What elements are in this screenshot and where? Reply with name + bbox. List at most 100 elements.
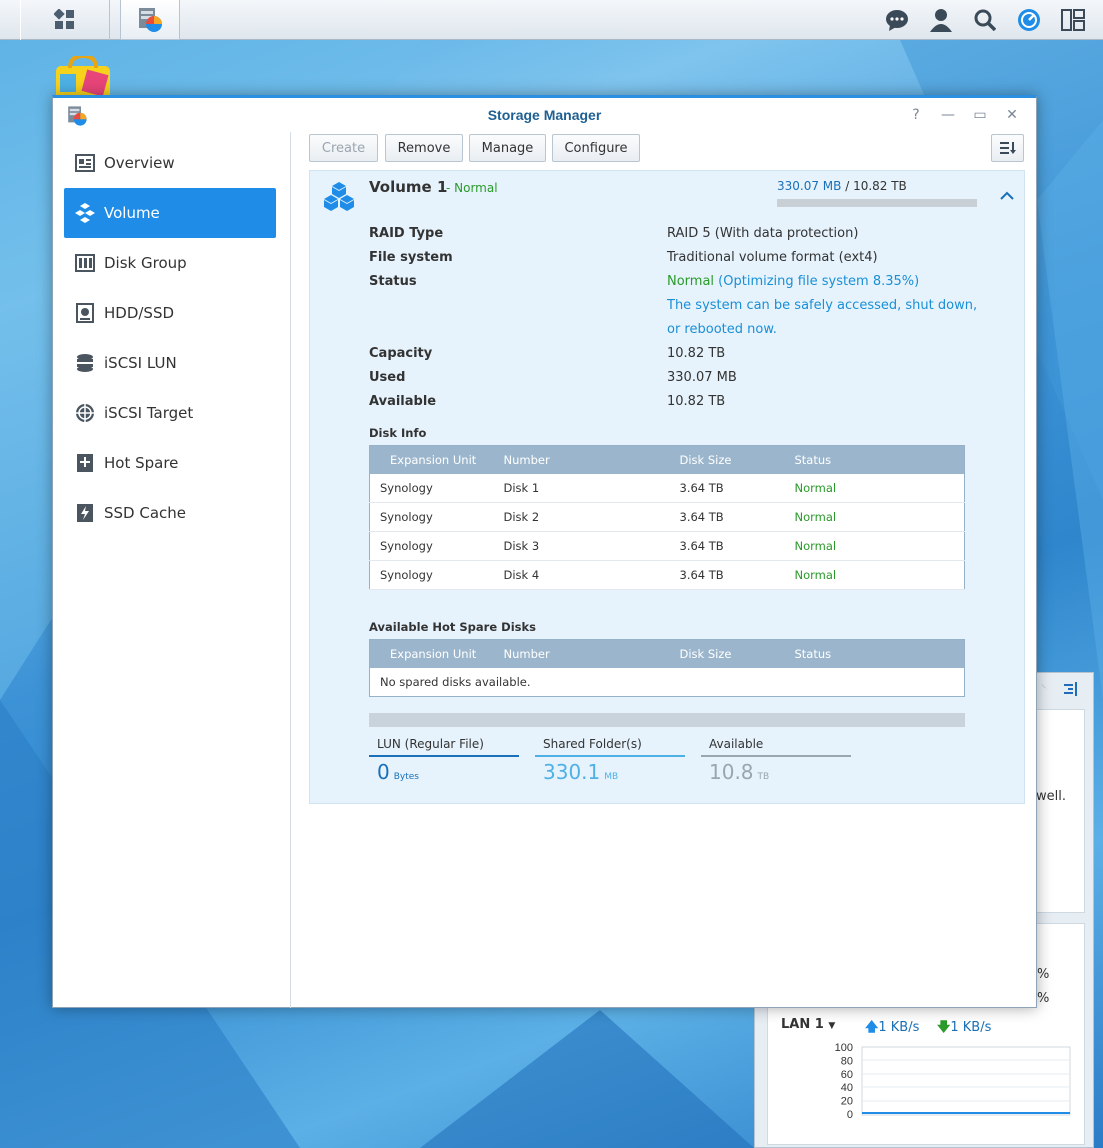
stat-value-row: 10.8 TB [701, 760, 851, 784]
remove-button[interactable]: Remove [385, 134, 463, 162]
sidebar-item-label: Disk Group [104, 254, 187, 272]
stat-shared-folders: Shared Folder(s) 330.1 MB [535, 737, 685, 784]
column-header[interactable]: Expansion Unit [369, 639, 486, 668]
create-button[interactable]: Create [309, 134, 378, 162]
notification-button[interactable] [884, 7, 910, 33]
hdd-icon [74, 302, 96, 324]
cell-disk-size: 3.64 TB [669, 473, 785, 503]
table-row[interactable]: Synology Disk 2 3.64 TB Normal [369, 502, 965, 532]
disk-info-table: Expansion Unit Number Disk Size Status S… [369, 445, 965, 590]
capacity-value: 10.82 TB [667, 346, 726, 361]
widget-menu-icon[interactable] [1063, 681, 1079, 697]
help-icon[interactable]: ? [907, 106, 925, 124]
stat-unit: Bytes [393, 772, 419, 782]
column-header[interactable]: Disk Size [669, 445, 785, 474]
hot-spare-table: Expansion Unit Number Disk Size Status N… [369, 639, 965, 697]
manage-button[interactable]: Manage [469, 134, 546, 162]
cell-status: Normal [784, 473, 965, 503]
sidebar-item-iscsi-target[interactable]: iSCSI Target [64, 388, 276, 438]
stat-value: 330.1 [543, 760, 601, 784]
column-header[interactable]: Expansion Unit [369, 445, 486, 474]
status-note-line2: or rebooted now. [667, 322, 777, 337]
close-icon[interactable]: ✕ [1003, 106, 1021, 124]
volume-usage-bar [777, 199, 977, 207]
download-arrow-icon: 🡇 [937, 1020, 951, 1035]
sidebar-item-label: iSCSI Target [104, 404, 194, 422]
maximize-icon[interactable]: ▭ [971, 106, 989, 124]
chat-bubble-icon [886, 10, 908, 31]
search-icon [974, 9, 996, 31]
column-header[interactable]: Status [784, 639, 965, 668]
minimize-icon[interactable]: — [939, 106, 957, 124]
sidebar-item-disk-group[interactable]: Disk Group [64, 238, 276, 288]
taskbar-storage-manager[interactable] [120, 0, 180, 40]
hot-spare-heading: Available Hot Spare Disks [369, 620, 536, 634]
stat-available: Available 10.8 TB [701, 737, 851, 784]
volume-icon [74, 202, 96, 224]
caret-down-icon: ▼ [828, 1021, 836, 1031]
search-button[interactable] [972, 7, 998, 33]
widgets-button[interactable] [1060, 7, 1086, 33]
cell-disk-size: 3.64 TB [669, 560, 785, 590]
main-menu-button[interactable] [20, 0, 110, 40]
status-value: Normal (Optimizing file system 8.35%) [667, 274, 919, 289]
cell-status: Normal [784, 531, 965, 561]
widget-percent-2: % [1037, 991, 1050, 1006]
upload-arrow-icon: 🡅 [865, 1020, 879, 1035]
configure-button[interactable]: Configure [552, 134, 640, 162]
volume-used: 330.07 MB [777, 179, 842, 193]
cell-number: Disk 1 [485, 473, 670, 503]
allocation-bar [369, 713, 965, 727]
sidebar-item-volume[interactable]: Volume [64, 188, 276, 238]
download-rate-value: 1 KB/s [950, 1020, 992, 1035]
dsm-help-button[interactable] [1016, 7, 1042, 33]
available-label: Available [369, 394, 437, 409]
storage-manager-icon [139, 7, 162, 32]
sidebar-item-hot-spare[interactable]: Hot Spare [64, 438, 276, 488]
y-tick-label: 0 [847, 1109, 853, 1121]
table-row[interactable]: Synology Disk 3 3.64 TB Normal [369, 531, 965, 561]
sidebar-item-iscsi-lun[interactable]: iSCSI LUN [64, 338, 276, 388]
ssd-cache-icon [74, 502, 96, 524]
empty-message: No spared disks available. [380, 674, 531, 689]
status-paren: ( [714, 274, 724, 289]
table-row[interactable]: Synology Disk 4 3.64 TB Normal [369, 560, 965, 590]
upload-rate-value: 1 KB/s [878, 1020, 920, 1035]
widget-percent-1: % [1037, 967, 1050, 982]
column-header[interactable]: Number [485, 445, 670, 474]
sidebar-item-hdd-ssd[interactable]: HDD/SSD [64, 288, 276, 338]
cell-status: Normal [784, 560, 965, 590]
cell-disk-size: 3.64 TB [669, 502, 785, 532]
sidebar-item-label: SSD Cache [104, 504, 187, 522]
column-header[interactable]: Status [784, 445, 965, 474]
used-label: Used [369, 370, 406, 385]
lan-selector[interactable]: LAN 1 ▼ [781, 1017, 835, 1032]
iscsi-target-icon [74, 402, 96, 424]
sidebar-item-ssd-cache[interactable]: SSD Cache [64, 488, 276, 538]
stat-value-row: 330.1 MB [535, 760, 685, 784]
table-header-row: Expansion Unit Number Disk Size Status [369, 639, 965, 668]
chevron-up-icon[interactable] [1000, 191, 1014, 201]
file-system-value: Traditional volume format (ext4) [667, 250, 878, 265]
stat-lun: LUN (Regular File) 0 Bytes [369, 737, 519, 784]
speedometer-icon [1018, 9, 1040, 31]
status-detail: Optimizing file system 8.35%) [723, 274, 920, 289]
sort-button[interactable] [991, 134, 1024, 162]
window-title: Storage Manager [487, 107, 602, 123]
cell-status: Normal [784, 502, 965, 532]
disk-group-icon [74, 252, 96, 274]
column-header[interactable]: Disk Size [669, 639, 785, 668]
stat-value: 10.8 [709, 760, 754, 784]
sidebar-item-overview[interactable]: Overview [64, 138, 276, 188]
table-row[interactable]: Synology Disk 1 3.64 TB Normal [369, 473, 965, 503]
stat-unit: TB [757, 772, 770, 782]
volume-name: Volume 1 [369, 178, 448, 196]
file-system-label: File system [369, 250, 453, 265]
lan-label: LAN 1 [781, 1017, 824, 1032]
volume-cube-icon [324, 182, 354, 211]
y-tick-label: 40 [841, 1082, 853, 1094]
y-tick-label: 100 [835, 1042, 853, 1054]
user-button[interactable] [928, 7, 954, 33]
title-bar[interactable]: Storage Manager ? — ▭ ✕ [53, 98, 1036, 132]
column-header[interactable]: Number [485, 639, 670, 668]
